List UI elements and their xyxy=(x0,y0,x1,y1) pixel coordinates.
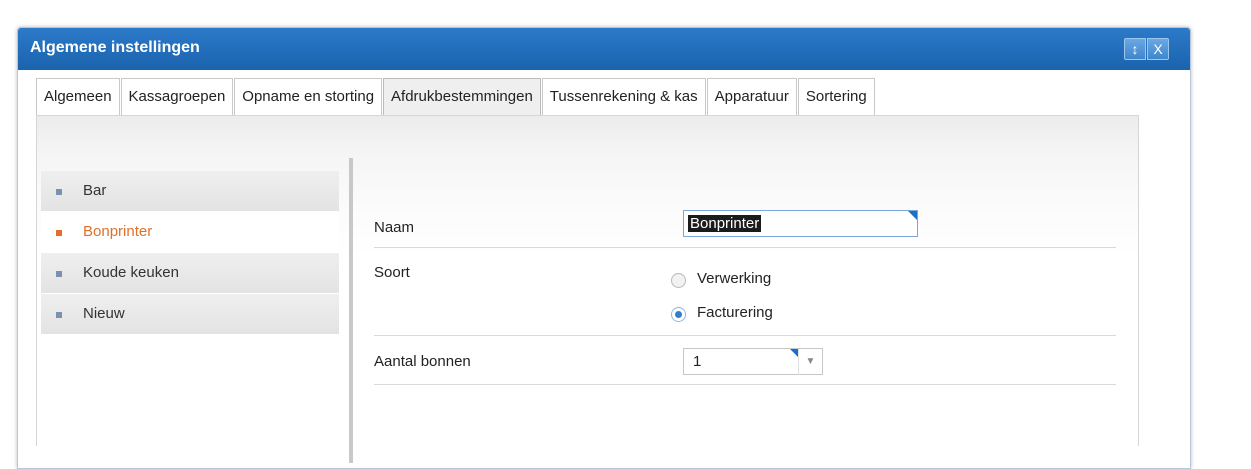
sidebar-list: Bar Bonprinter Koude keuken Nieuw xyxy=(41,171,339,335)
bullet-icon xyxy=(56,230,62,236)
bullet-icon xyxy=(56,189,62,195)
bullet-icon xyxy=(56,271,62,277)
sidebar-item-nieuw[interactable]: Nieuw xyxy=(41,294,339,335)
sidebar-item-bonprinter[interactable]: Bonprinter xyxy=(41,212,339,253)
tab-afdrukbestemmingen[interactable]: Afdrukbestemmingen xyxy=(383,78,541,115)
tab-kassagroepen[interactable]: Kassagroepen xyxy=(120,78,234,115)
tab-algemeen[interactable]: Algemeen xyxy=(36,78,120,115)
close-icon[interactable]: X xyxy=(1147,38,1169,60)
dialog-titlebar[interactable]: Algemene instellingen ↕ X xyxy=(18,28,1190,70)
sidebar-item-koude-keuken[interactable]: Koude keuken xyxy=(41,253,339,294)
type-label: Soort xyxy=(374,264,410,281)
chevron-down-icon[interactable]: ▼ xyxy=(798,349,822,375)
sidebar-item-label: Bar xyxy=(83,182,107,199)
tab-tussenrekening-kas[interactable]: Tussenrekening & kas xyxy=(541,78,706,115)
count-label: Aantal bonnen xyxy=(374,353,471,370)
sidebar-item-label: Koude keuken xyxy=(83,264,179,281)
radio-verwerking[interactable] xyxy=(671,273,686,288)
field-separator xyxy=(374,384,1116,385)
radio-facturering-label[interactable]: Facturering xyxy=(697,304,773,321)
radio-verwerking-label[interactable]: Verwerking xyxy=(697,270,771,287)
tab-strip: Algemeen Kassagroepen Opname en storting… xyxy=(36,78,876,115)
radio-facturering[interactable] xyxy=(671,307,686,322)
splitter[interactable] xyxy=(349,158,353,463)
required-marker-icon xyxy=(908,211,917,220)
tab-apparatuur[interactable]: Apparatuur xyxy=(706,78,797,115)
sidebar-item-bar[interactable]: Bar xyxy=(41,171,339,212)
count-select-value: 1 xyxy=(693,353,702,370)
bullet-icon xyxy=(56,312,62,318)
sidebar-item-label: Nieuw xyxy=(83,305,125,322)
name-field-value: Bonprinter xyxy=(688,215,762,232)
field-separator xyxy=(374,335,1116,336)
tab-sortering[interactable]: Sortering xyxy=(797,78,875,115)
tab-opname-en-storting[interactable]: Opname en storting xyxy=(234,78,383,115)
pin-icon[interactable]: ↕ xyxy=(1124,38,1146,60)
field-separator xyxy=(374,247,1116,248)
name-label: Naam xyxy=(374,219,415,236)
dialog-title: Algemene instellingen xyxy=(30,39,200,56)
sidebar-item-label: Bonprinter xyxy=(83,223,153,240)
name-field[interactable]: Bonprinter xyxy=(683,210,918,237)
